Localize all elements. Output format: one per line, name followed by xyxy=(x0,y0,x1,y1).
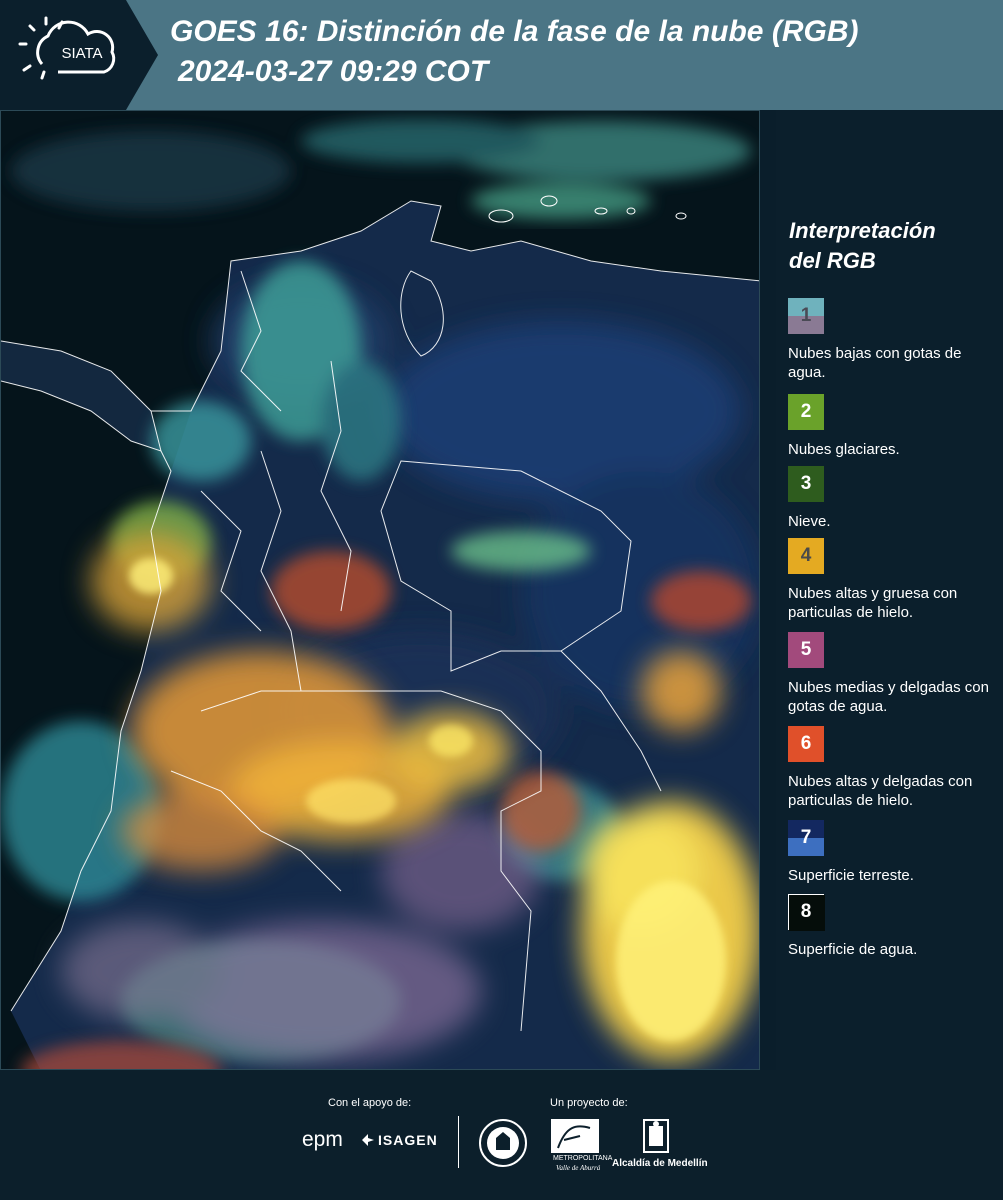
legend-number-7: 7 xyxy=(800,827,812,848)
siata-logo-text: SIATA xyxy=(61,45,103,62)
legend-label-7: Superficie terreste. xyxy=(788,867,914,884)
legend-label-1: Nubes bajas con gotas de agua. xyxy=(788,345,962,381)
legend-panel: Interpretación del RGB 1 Nubes bajas con… xyxy=(776,110,1003,1070)
project-label: Un proyecto de: xyxy=(550,1097,628,1109)
legend-item-6: 6 Nubes altas y delgadas con particulas … xyxy=(788,726,998,810)
legend-label-2: Nubes glaciares. xyxy=(788,441,900,458)
footer-divider xyxy=(458,1116,459,1168)
legend-label-5: Nubes medias y delgadas con gotas de agu… xyxy=(788,679,989,715)
legend-label-6: Nubes altas y delgadas con particulas de… xyxy=(788,773,973,809)
legend-label-8: Superficie de agua. xyxy=(788,941,918,958)
legend-item-7: 7 Superficie terreste. xyxy=(788,820,998,885)
legend-item-2: 2 Nubes glaciares. xyxy=(788,394,998,459)
legend-number-8: 8 xyxy=(800,901,812,922)
legend-label-4: Nubes altas y gruesa con particulas de h… xyxy=(788,585,958,621)
alcaldia-medellin-logo: Alcaldía de Medellín xyxy=(612,1158,708,1169)
legend-item-3: 3 Nieve. xyxy=(788,466,998,531)
epm-logo: epm xyxy=(302,1128,343,1151)
legend-number-2: 2 xyxy=(800,401,812,422)
legend-number-3: 3 xyxy=(800,473,812,494)
support-label: Con el apoyo de: xyxy=(328,1097,412,1109)
legend-swatch-4: 4 xyxy=(788,538,824,574)
legend-swatch-1: 1 xyxy=(788,298,824,334)
legend-item-4: 4 Nubes altas y gruesa con particulas de… xyxy=(788,538,998,622)
header-bar: SIATA GOES 16: Distinción de la fase de … xyxy=(0,0,1003,110)
isagen-logo: ISAGEN xyxy=(378,1132,438,1148)
legend-item-5: 5 Nubes medias y delgadas con gotas de a… xyxy=(788,632,998,716)
legend-title: Interpretación del RGB xyxy=(789,216,999,276)
legend-swatch-2: 2 xyxy=(788,394,824,430)
legend-item-1: 1 Nubes bajas con gotas de agua. xyxy=(788,298,998,382)
legend-number-1: 1 xyxy=(800,305,812,326)
legend-number-5: 5 xyxy=(800,639,812,660)
isagen-mark-icon xyxy=(362,1134,374,1146)
page-title: GOES 16: Distinción de la fase de la nub… xyxy=(170,15,859,48)
gobernacion-seal-icon xyxy=(479,1119,527,1167)
legend-swatch-3: 3 xyxy=(788,466,824,502)
siata-logo: SIATA xyxy=(0,0,160,110)
medellin-seal-icon xyxy=(643,1119,669,1153)
legend-swatch-5: 5 xyxy=(788,632,824,668)
legend-number-4: 4 xyxy=(800,545,812,566)
legend-item-8: 8 Superficie de agua. xyxy=(788,894,998,959)
amva-text-line2: Valle de Aburrá xyxy=(556,1164,601,1172)
timestamp: 2024-03-27 09:29 COT xyxy=(178,55,489,88)
legend-title-line1: Interpretación xyxy=(789,218,936,243)
legend-title-line2: del RGB xyxy=(789,248,876,273)
legend-swatch-8: 8 xyxy=(788,894,825,931)
amva-text-line1: METROPOLITANA xyxy=(553,1155,613,1162)
satellite-map xyxy=(0,110,760,1070)
legend-swatch-6: 6 xyxy=(788,726,824,762)
legend-label-3: Nieve. xyxy=(788,513,831,530)
legend-number-6: 6 xyxy=(800,733,812,754)
area-metropolitana-logo-icon xyxy=(551,1119,599,1153)
legend-swatch-7: 7 xyxy=(788,820,824,856)
footer: Con el apoyo de: Un proyecto de: epm ISA… xyxy=(0,1070,1003,1200)
